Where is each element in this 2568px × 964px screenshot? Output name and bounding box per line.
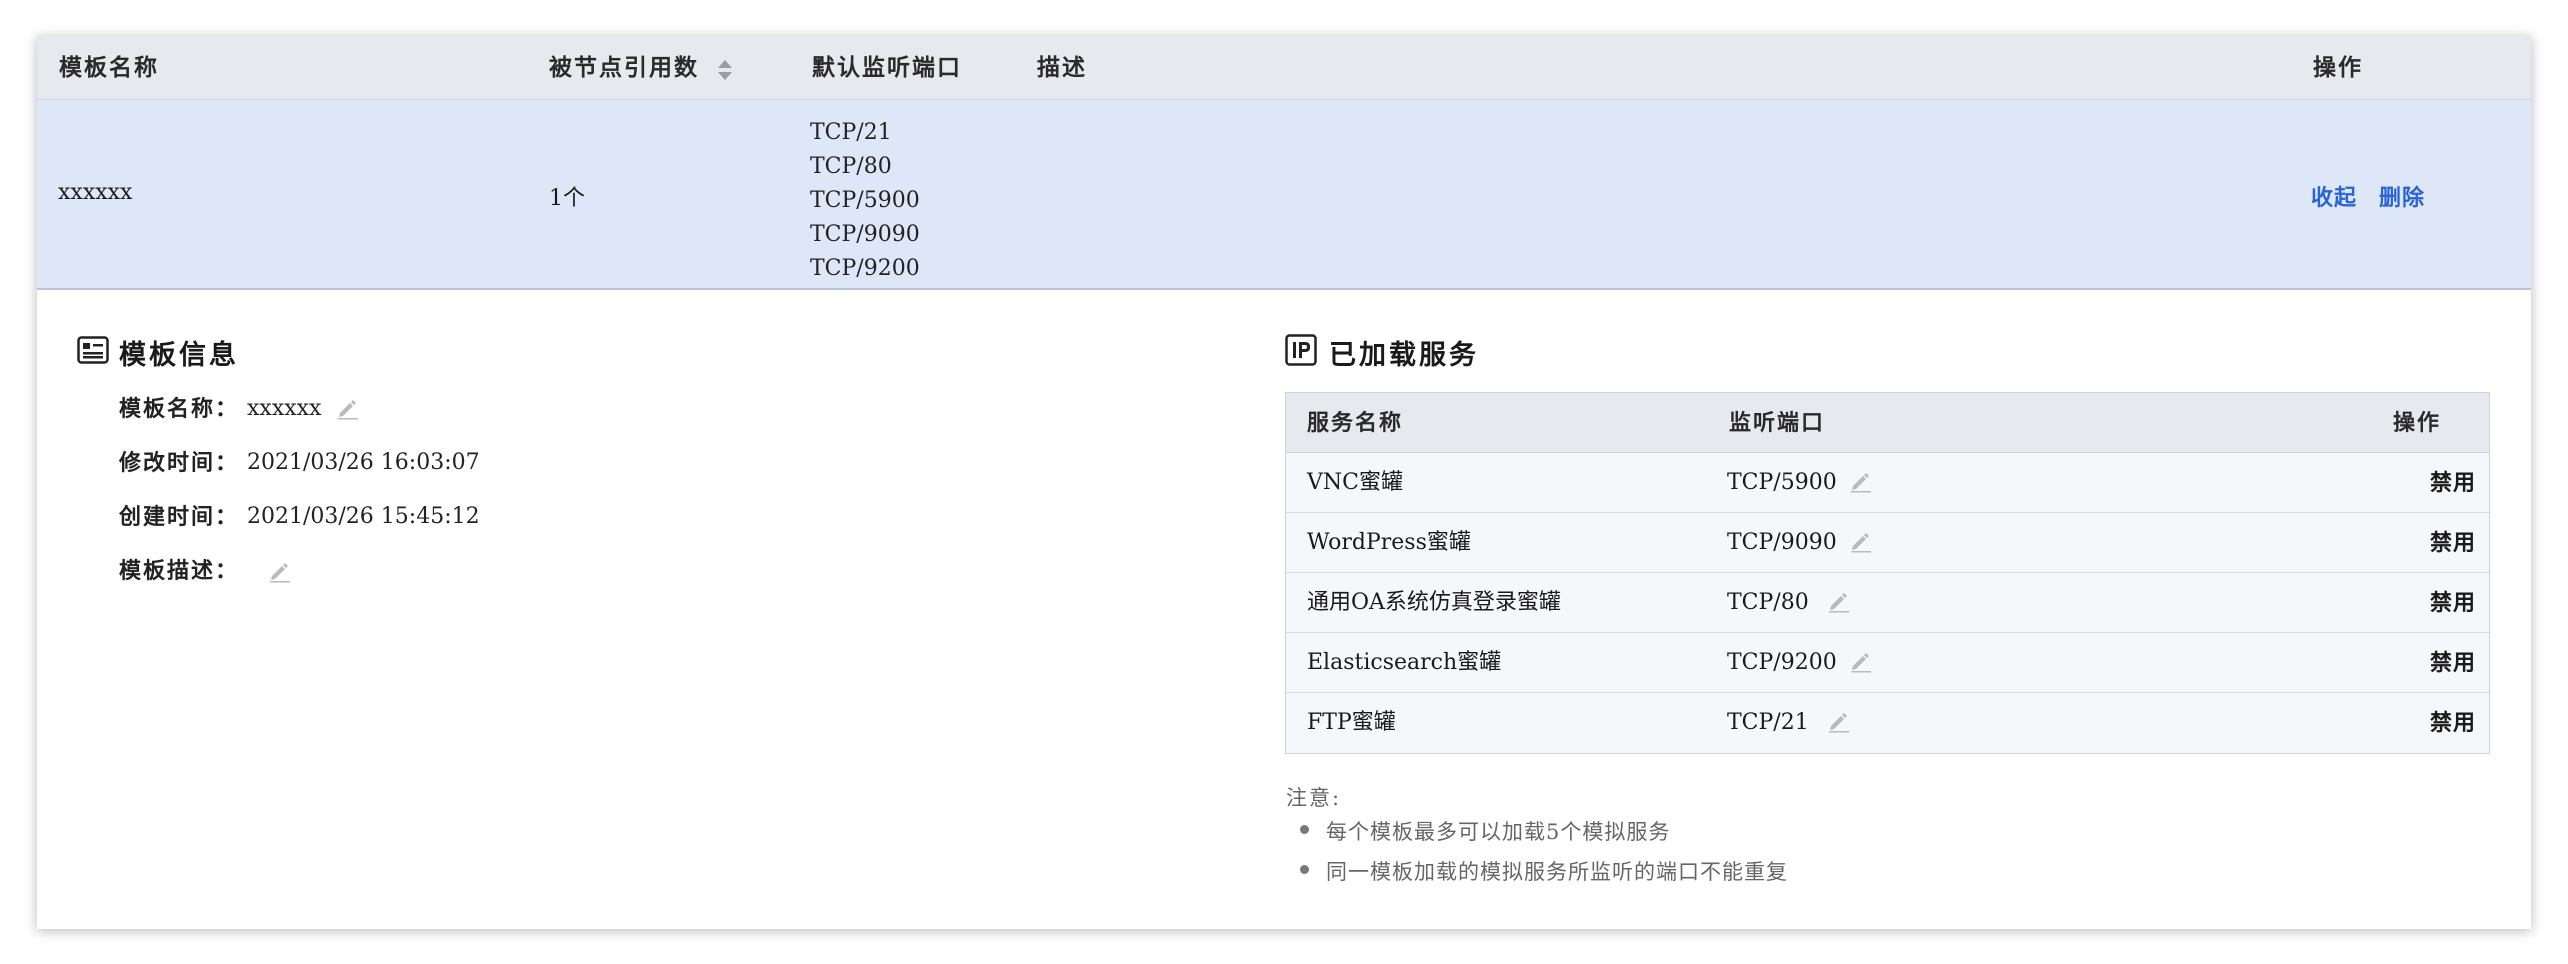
bullet bbox=[1300, 825, 1309, 834]
ip-icon bbox=[1285, 334, 1317, 366]
col-listen-port: 监听端口 bbox=[1729, 410, 1826, 436]
loaded-services-title: 已加载服务 bbox=[1329, 340, 1479, 371]
port-item: TCP/21 bbox=[810, 120, 892, 145]
list-item: 每个模板最多可以加载5个模拟服务 bbox=[1300, 816, 1671, 846]
list-item: 同一模板加载的模拟服务所监听的端口不能重复 bbox=[1300, 856, 1788, 886]
table-row: Elasticsearch蜜罐 TCP/9200 禁用 bbox=[1286, 633, 2489, 693]
info-value: xxxxxx bbox=[247, 396, 322, 421]
col-template-name: 模板名称 bbox=[59, 54, 159, 81]
service-name: Elasticsearch蜜罐 bbox=[1307, 650, 1502, 675]
port-item: TCP/80 bbox=[810, 154, 892, 179]
col-service-name: 服务名称 bbox=[1307, 410, 1404, 436]
service-port: TCP/21 bbox=[1727, 710, 1809, 735]
pencil-icon[interactable] bbox=[1826, 589, 1850, 613]
pencil-icon[interactable] bbox=[1848, 529, 1872, 553]
service-port: TCP/5900 bbox=[1727, 470, 1837, 495]
table-header: 模板名称 被节点引用数 默认监听端口 描述 操作 bbox=[37, 36, 2531, 100]
table-row: FTP蜜罐 TCP/21 禁用 bbox=[1286, 693, 2489, 753]
table-row: xxxxxx 1个 TCP/21 TCP/80 TCP/5900 TCP/909… bbox=[37, 100, 2531, 290]
col-operation: 操作 bbox=[2393, 410, 2442, 436]
pencil-icon[interactable] bbox=[335, 396, 359, 420]
info-value: 2021/03/26 15:45:12 bbox=[247, 504, 480, 529]
col-operations: 操作 bbox=[2313, 54, 2363, 81]
disable-link[interactable]: 禁用 bbox=[2430, 633, 2476, 693]
row-ref-count: 1个 bbox=[549, 186, 585, 211]
pencil-icon[interactable] bbox=[1848, 469, 1872, 493]
template-card: 模板名称 被节点引用数 默认监听端口 描述 操作 xxxxxx 1个 TCP/2… bbox=[37, 36, 2531, 929]
disable-link[interactable]: 禁用 bbox=[2430, 513, 2476, 573]
service-port: TCP/80 bbox=[1727, 590, 1809, 615]
pencil-icon[interactable] bbox=[1848, 649, 1872, 673]
service-port: TCP/9090 bbox=[1727, 530, 1837, 555]
pencil-icon[interactable] bbox=[1826, 709, 1850, 733]
info-label: 创建时间： bbox=[119, 504, 240, 530]
bullet bbox=[1300, 865, 1309, 874]
disable-link[interactable]: 禁用 bbox=[2430, 573, 2476, 633]
table-row: WordPress蜜罐 TCP/9090 禁用 bbox=[1286, 513, 2489, 573]
table-row: 通用OA系统仿真登录蜜罐 TCP/80 禁用 bbox=[1286, 573, 2489, 633]
info-modified-time: 修改时间： 2021/03/26 16:03:07 bbox=[119, 448, 480, 478]
service-port: TCP/9200 bbox=[1727, 650, 1837, 675]
info-label: 修改时间： bbox=[119, 450, 240, 476]
delete-link[interactable]: 删除 bbox=[2379, 180, 2425, 212]
info-label: 模板名称： bbox=[119, 396, 240, 422]
services-table-header: 服务名称 监听端口 操作 bbox=[1286, 393, 2489, 453]
col-ref-count[interactable]: 被节点引用数 bbox=[549, 36, 699, 100]
service-name: FTP蜜罐 bbox=[1307, 710, 1396, 735]
info-template-name: 模板名称： xxxxxx bbox=[119, 394, 358, 424]
info-value: 2021/03/26 16:03:07 bbox=[247, 450, 480, 475]
info-created-time: 创建时间： 2021/03/26 15:45:12 bbox=[119, 502, 480, 532]
note-text: 同一模板加载的模拟服务所监听的端口不能重复 bbox=[1326, 860, 1788, 884]
service-name: 通用OA系统仿真登录蜜罐 bbox=[1307, 590, 1561, 615]
service-name: WordPress蜜罐 bbox=[1307, 530, 1471, 555]
sort-icon[interactable] bbox=[715, 58, 735, 82]
port-item: TCP/9200 bbox=[810, 256, 920, 281]
template-info-title: 模板信息 bbox=[119, 340, 239, 371]
note-text: 每个模板最多可以加载5个模拟服务 bbox=[1326, 820, 1671, 844]
col-default-ports: 默认监听端口 bbox=[812, 54, 962, 81]
id-card-icon bbox=[77, 336, 109, 364]
services-table: 服务名称 监听端口 操作 VNC蜜罐 TCP/5900 禁用 WordPress… bbox=[1285, 392, 2490, 754]
col-description: 描述 bbox=[1037, 54, 1087, 81]
collapse-link[interactable]: 收起 bbox=[2311, 180, 2357, 212]
row-port-list: TCP/21 TCP/80 TCP/5900 TCP/9090 TCP/9200 bbox=[810, 116, 920, 286]
notes-title: 注意: bbox=[1286, 786, 1342, 810]
info-label: 模板描述： bbox=[119, 558, 240, 584]
disable-link[interactable]: 禁用 bbox=[2430, 693, 2476, 753]
disable-link[interactable]: 禁用 bbox=[2430, 453, 2476, 513]
table-row: VNC蜜罐 TCP/5900 禁用 bbox=[1286, 453, 2489, 513]
row-template-name: xxxxxx bbox=[58, 180, 133, 205]
info-description: 模板描述： bbox=[119, 556, 290, 586]
pencil-icon[interactable] bbox=[267, 559, 291, 583]
service-name: VNC蜜罐 bbox=[1307, 470, 1403, 495]
port-item: TCP/5900 bbox=[810, 188, 920, 213]
port-item: TCP/9090 bbox=[810, 222, 920, 247]
